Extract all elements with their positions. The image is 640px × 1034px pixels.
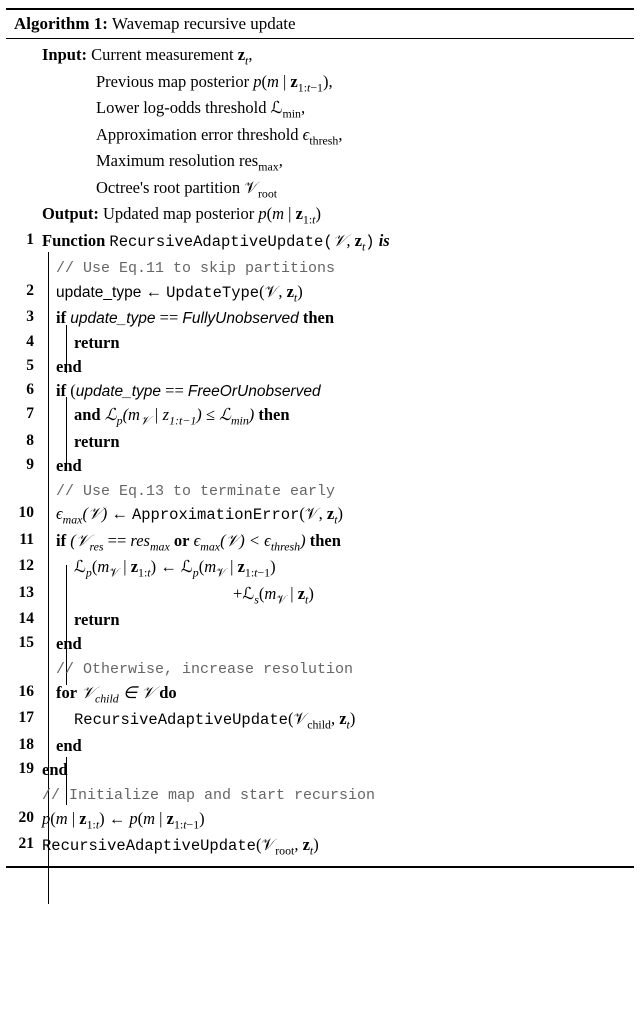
comment-init: // Initialize map and start recursion xyxy=(10,782,630,807)
l20-expr: p(m | z1:t) ← p(m | z1:t−1) xyxy=(42,809,205,828)
input-line-3: Lower log-odds threshold ℒmin, xyxy=(96,98,305,117)
input-line-4: Approximation error threshold ϵthresh, xyxy=(96,125,342,144)
fn-name: RecursiveAdaptiveUpdate( xyxy=(109,233,332,251)
input-line-1: Current measurement zt, xyxy=(91,45,252,64)
line-16: 16 for 𝒱child ∈ 𝒱 do xyxy=(10,681,630,708)
line-7: 7 and ℒp(m𝒱 | z1:t−1) ≤ ℒmin) then xyxy=(10,403,630,430)
algorithm-title-row: Algorithm 1: Wavemap recursive update xyxy=(6,10,634,39)
kw-return-2: return xyxy=(74,432,120,451)
kw-end-4: end xyxy=(56,736,82,755)
l2-lhs: update_type xyxy=(56,284,141,301)
l17-fn: RecursiveAdaptiveUpdate xyxy=(74,711,288,729)
output-row: Output: Updated map posterior p(m | z1:t… xyxy=(10,202,630,229)
l16-b: 𝒱 xyxy=(141,683,155,702)
l3-eq: == xyxy=(160,308,183,327)
l11-eq: == xyxy=(108,531,131,550)
kw-and: and xyxy=(74,405,101,424)
l6-a: update_type xyxy=(76,383,161,400)
l16-a: 𝒱child xyxy=(81,683,119,702)
kw-return-1: return xyxy=(74,333,120,352)
line-8: 8 return xyxy=(10,430,630,454)
kw-do: do xyxy=(159,683,176,702)
line-10: 10 ϵmax(𝒱) ← ApproximationError(𝒱, zt) xyxy=(10,502,630,529)
l12-expr: ℒp(m𝒱 | z1:t) ← ℒp(m𝒱 | z1:t−1) xyxy=(74,557,276,576)
l10-fn: ApproximationError xyxy=(132,506,299,524)
input-row-6: Octree's root partition 𝒱root xyxy=(10,176,630,203)
line-11: 11 if (𝒱res == resmax or ϵmax(𝒱) < ϵthre… xyxy=(10,529,630,556)
kw-then-1: then xyxy=(303,308,334,327)
comment-else: // Otherwise, increase resolution xyxy=(10,656,630,681)
comment-skip: // Use Eq.11 to skip partitions xyxy=(10,255,630,280)
kw-then-2: then xyxy=(258,405,289,424)
line-21: 21 RecursiveAdaptiveUpdate(𝒱root, zt) xyxy=(10,833,630,860)
input-row-3: Lower log-odds threshold ℒmin, xyxy=(10,96,630,123)
input-line-5: Maximum resolution resmax, xyxy=(96,151,283,170)
kw-function: Function xyxy=(42,231,105,250)
input-row-2: Previous map posterior p(m | z1:t−1), xyxy=(10,70,630,97)
kw-if-3: if xyxy=(56,531,66,550)
input-row-4: Approximation error threshold ϵthresh, xyxy=(10,123,630,150)
kw-return-3: return xyxy=(74,610,120,629)
comment-text-1: // Use Eq.11 to skip partitions xyxy=(56,260,335,277)
comment-text-4: // Initialize map and start recursion xyxy=(42,787,375,804)
l10-lhs: ϵmax(𝒱) xyxy=(56,504,107,523)
input-label: Input: xyxy=(42,45,87,64)
output-label: Output: xyxy=(42,204,99,223)
kw-end-1: end xyxy=(56,357,82,376)
line-1: 1 Function RecursiveAdaptiveUpdate(𝒱, zt… xyxy=(10,229,630,256)
line-20: 20 p(m | z1:t) ← p(m | z1:t−1) xyxy=(10,807,630,834)
l6-eq: == xyxy=(165,381,188,400)
line-9: 9 end xyxy=(10,454,630,478)
l3-c: FullyUnobserved xyxy=(182,310,298,327)
comment-term: // Use Eq.13 to terminate early xyxy=(10,478,630,503)
l21-fn: RecursiveAdaptiveUpdate xyxy=(42,837,256,855)
l10-arrow: ← xyxy=(111,504,132,523)
input-row: Input: Current measurement zt, xyxy=(10,43,630,70)
algorithm-body: Input: Current measurement zt, Previous … xyxy=(6,39,634,866)
l2-fn: UpdateType xyxy=(166,284,259,302)
algorithm-block: Algorithm 1: Wavemap recursive update In… xyxy=(6,8,634,868)
line-19: 19 end xyxy=(10,758,630,782)
kw-end-5: end xyxy=(42,760,68,779)
input-line-2: Previous map posterior p(m | z1:t−1), xyxy=(96,72,333,91)
input-line-6: Octree's root partition 𝒱root xyxy=(96,178,277,197)
l13-expr: +ℒs(m𝒱 | zt) xyxy=(233,584,314,603)
kw-or: or xyxy=(174,531,190,550)
algorithm-name: Wavemap recursive update xyxy=(112,14,296,33)
kw-end-3: end xyxy=(56,634,82,653)
comment-text-2: // Use Eq.13 to terminate early xyxy=(56,483,335,500)
kw-is: is xyxy=(379,231,390,250)
line-15: 15 end xyxy=(10,632,630,656)
line-3: 3 if update_type == FullyUnobserved then xyxy=(10,306,630,330)
line-5: 5 end xyxy=(10,355,630,379)
line-17: 17 RecursiveAdaptiveUpdate(𝒱child, zt) xyxy=(10,707,630,734)
line-4: 4 return xyxy=(10,331,630,355)
algorithm-number: Algorithm 1: xyxy=(14,14,108,33)
kw-in: ∈ xyxy=(123,683,142,702)
kw-end-2: end xyxy=(56,456,82,475)
line-18: 18 end xyxy=(10,734,630,758)
l6-c: FreeOrUnobserved xyxy=(188,383,321,400)
line-2: 2 update_type ← UpdateType(𝒱, zt) xyxy=(10,280,630,307)
kw-then-3: then xyxy=(310,531,341,550)
line-12: 12 ℒp(m𝒱 | z1:t) ← ℒp(m𝒱 | z1:t−1) xyxy=(10,555,630,582)
l11-c: resmax xyxy=(130,531,169,550)
l11-a: (𝒱res xyxy=(70,531,103,550)
kw-for: for xyxy=(56,683,77,702)
l7-expr: ℒp(m𝒱 | z1:t−1) ≤ ℒmin) xyxy=(105,405,255,424)
line-6: 6 if (update_type == FreeOrUnobserved xyxy=(10,379,630,403)
l3-a: update_type xyxy=(70,310,155,327)
comment-text-3: // Otherwise, increase resolution xyxy=(56,661,353,678)
line-14: 14 return xyxy=(10,608,630,632)
input-row-5: Maximum resolution resmax, xyxy=(10,149,630,176)
l2-arrow: ← xyxy=(145,282,166,301)
l11-d: ϵmax(𝒱) < ϵthresh) xyxy=(194,531,306,550)
kw-if-1: if xyxy=(56,308,66,327)
line-13: 13 +ℒs(m𝒱 | zt) xyxy=(10,582,630,609)
kw-if-2: if xyxy=(56,381,66,400)
output-text: Updated map posterior p(m | z1:t) xyxy=(103,204,321,223)
